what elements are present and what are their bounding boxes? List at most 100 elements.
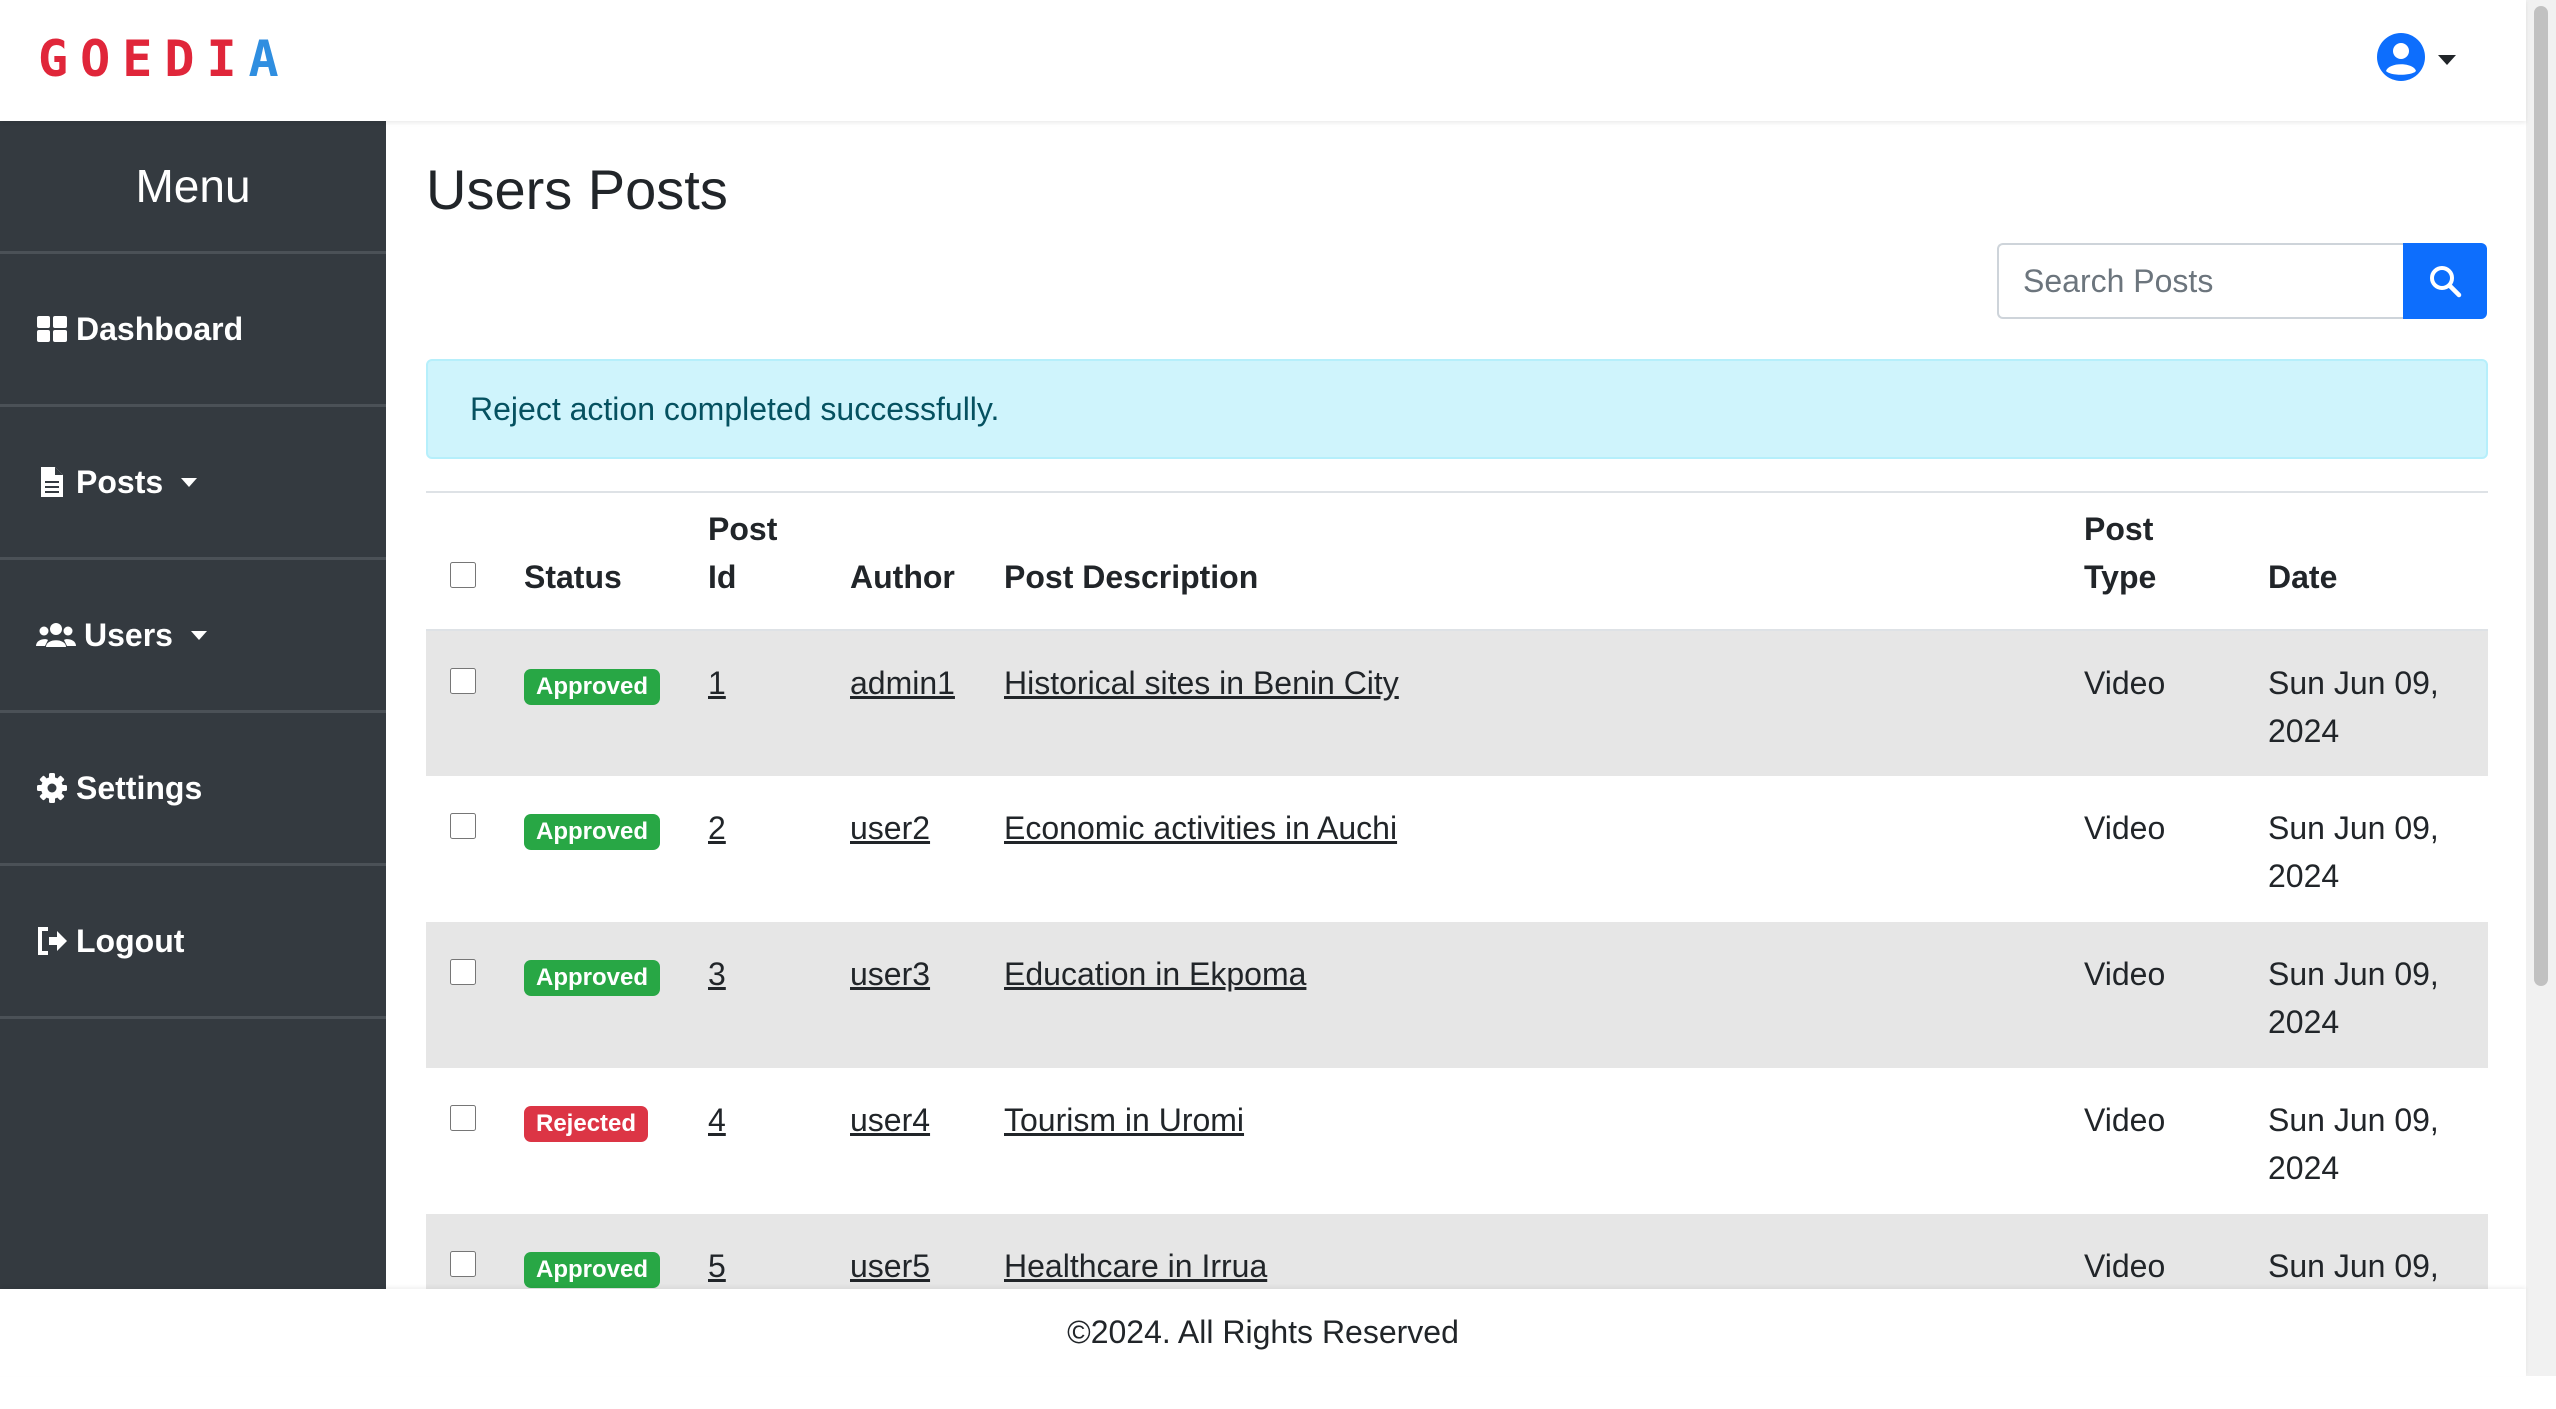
main-content: Users Posts Reject action completed succ…: [386, 121, 2526, 1360]
logo-letter: A: [248, 30, 291, 88]
search-input[interactable]: [1997, 243, 2403, 319]
chevron-down-icon: [181, 477, 198, 487]
post-type-cell: Video: [2084, 1102, 2166, 1138]
select-all-checkbox[interactable]: [450, 562, 476, 588]
row-check-cell: [426, 630, 524, 776]
description-cell: Tourism in Uromi: [1004, 1068, 2084, 1214]
chevron-down-icon: [190, 630, 207, 640]
status-cell: Rejected: [524, 1068, 708, 1214]
sidebar-item-label: Users: [84, 616, 173, 653]
search-bar: [1997, 243, 2487, 319]
post-description-link[interactable]: Economic activities in Auchi: [1004, 810, 1397, 846]
post-id-cell: 1: [708, 630, 850, 776]
table-header-row: Status Post Id Author Post Description Po…: [426, 493, 2488, 631]
success-alert: Reject action completed successfully.: [426, 359, 2488, 459]
column-header-status: Status: [524, 493, 708, 631]
date-text: Sun Jun 09,: [2268, 1248, 2439, 1284]
search-button[interactable]: [2403, 243, 2487, 319]
post-id-link[interactable]: 4: [708, 1102, 726, 1138]
row-check-cell: [426, 922, 524, 1068]
post-id-link[interactable]: 3: [708, 956, 726, 992]
row-checkbox[interactable]: [450, 668, 476, 694]
logo-letter: O: [80, 30, 123, 88]
post-description-link[interactable]: Historical sites in Benin City: [1004, 665, 1399, 701]
logo-letter: G: [38, 30, 81, 88]
scrollbar-thumb[interactable]: [2534, 6, 2548, 986]
post-id-cell: 3: [708, 922, 850, 1068]
users-icon: [36, 623, 76, 647]
author-cell: admin1: [850, 630, 1004, 776]
row-check-cell: [426, 776, 524, 922]
post-id-link[interactable]: 5: [708, 1248, 726, 1284]
sidebar-item-label: Logout: [76, 922, 185, 959]
author-link[interactable]: user5: [850, 1248, 930, 1284]
date-cell: Sun Jun 09, 2024: [2268, 776, 2488, 922]
column-header-author: Author: [850, 493, 1004, 631]
header-text: Post: [708, 511, 778, 547]
sidebar-item-settings[interactable]: Settings: [0, 713, 386, 866]
row-checkbox[interactable]: [450, 1251, 476, 1277]
post-description-link[interactable]: Healthcare in Irrua: [1004, 1248, 1267, 1284]
post-description-link[interactable]: Tourism in Uromi: [1004, 1102, 1244, 1138]
author-link[interactable]: user3: [850, 956, 930, 992]
column-header-post-id: Post Id: [708, 493, 850, 631]
select-all-cell: [426, 493, 524, 631]
row-checkbox[interactable]: [450, 1105, 476, 1131]
user-menu-toggle[interactable]: [2376, 32, 2456, 82]
post-id-link[interactable]: 1: [708, 665, 726, 701]
status-badge: Approved: [524, 814, 661, 850]
post-description-link[interactable]: Education in Ekpoma: [1004, 956, 1306, 992]
date-text: 2024: [2268, 1150, 2340, 1186]
logo-letter: E: [122, 30, 165, 88]
posts-table-container: Status Post Id Author Post Description Po…: [426, 493, 2488, 1409]
sidebar-item-posts[interactable]: Posts: [0, 407, 386, 560]
status-badge: Approved: [524, 960, 661, 996]
date-text: Sun Jun 09,: [2268, 665, 2439, 701]
date-cell: Sun Jun 09, 2024: [2268, 1068, 2488, 1214]
author-cell: user2: [850, 776, 1004, 922]
row-checkbox[interactable]: [450, 813, 476, 839]
post-id-link[interactable]: 2: [708, 810, 726, 846]
date-cell: Sun Jun 09, 2024: [2268, 922, 2488, 1068]
date-text: Sun Jun 09,: [2268, 810, 2439, 846]
sidebar-item-logout[interactable]: Logout: [0, 866, 386, 1019]
dashboard-icon: [37, 316, 67, 342]
date-text: 2024: [2268, 858, 2340, 894]
header-text: Post: [2084, 511, 2154, 547]
logout-icon: [38, 927, 67, 955]
date-text: Sun Jun 09,: [2268, 956, 2439, 992]
header-text: Type: [2084, 559, 2157, 595]
sidebar-item-users[interactable]: Users: [0, 560, 386, 713]
top-header: G O E D I A: [0, 0, 2526, 121]
table-row: Approved 2 user2 Economic activities in …: [426, 776, 2488, 922]
author-cell: user4: [850, 1068, 1004, 1214]
sidebar-item-label: Dashboard: [76, 310, 244, 347]
column-header-description: Post Description: [1004, 493, 2084, 631]
gear-icon: [37, 773, 67, 803]
description-cell: Historical sites in Benin City: [1004, 630, 2084, 776]
row-checkbox[interactable]: [450, 959, 476, 985]
author-link[interactable]: user2: [850, 810, 930, 846]
chevron-down-icon: [2438, 55, 2456, 65]
goedia-logo[interactable]: G O E D I A: [38, 28, 291, 90]
description-cell: Economic activities in Auchi: [1004, 776, 2084, 922]
author-link[interactable]: admin1: [850, 665, 955, 701]
date-cell: Sun Jun 09, 2024: [2268, 630, 2488, 776]
post-type-cell: Video: [2084, 922, 2268, 1068]
sidebar-item-dashboard[interactable]: Dashboard: [0, 254, 386, 407]
description-cell: Education in Ekpoma: [1004, 922, 2084, 1068]
search-icon: [2430, 266, 2462, 298]
post-type-cell: Video: [2084, 630, 2268, 776]
table-row: Rejected 4 user4 Tourism in Uromi Video …: [426, 1068, 2488, 1214]
author-link[interactable]: user4: [850, 1102, 930, 1138]
post-id-cell: 4: [708, 1068, 850, 1214]
file-icon: [41, 467, 63, 497]
menu-title: Menu: [0, 121, 386, 254]
sidebar-item-label: Posts: [76, 463, 164, 500]
post-type-cell: Video: [2084, 810, 2166, 846]
status-badge: Rejected: [524, 1106, 649, 1142]
page-scrollbar[interactable]: [2526, 0, 2556, 1376]
posts-table: Status Post Id Author Post Description Po…: [426, 493, 2488, 1360]
date-text: 2024: [2268, 713, 2340, 749]
status-badge: Approved: [524, 1252, 661, 1288]
